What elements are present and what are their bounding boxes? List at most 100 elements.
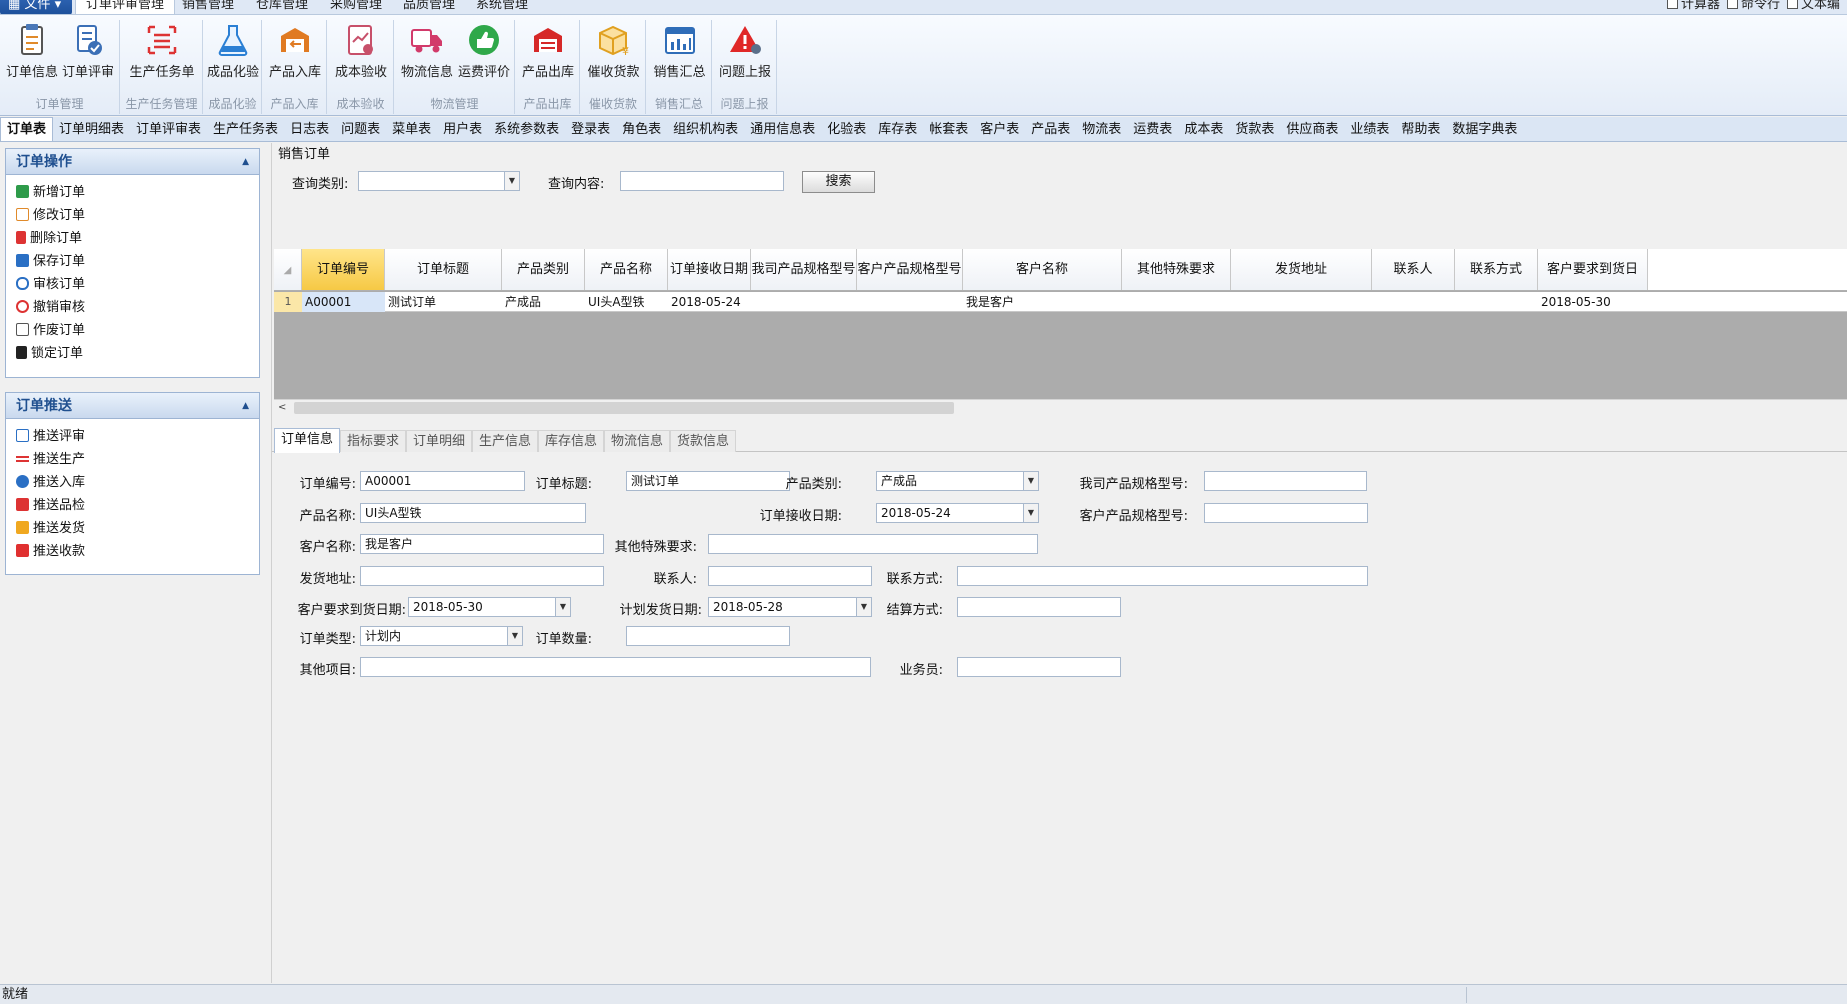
collect-payment-button[interactable]: ¥ 催收货款 <box>585 22 642 88</box>
grid-column-header[interactable]: 订单编号 <box>302 249 385 290</box>
table-tab-13[interactable]: 化验表 <box>821 118 872 142</box>
text-editor-button[interactable]: 文本编 <box>1787 0 1840 14</box>
chevron-left-icon[interactable]: < <box>278 400 286 416</box>
grid-cell[interactable] <box>1231 292 1372 312</box>
grid-cell[interactable] <box>1122 292 1231 312</box>
calculator-button[interactable]: 计算器 <box>1667 0 1720 14</box>
new-order-item[interactable]: 新增订单 <box>6 181 259 204</box>
detail-tab-6[interactable]: 货款信息 <box>670 430 737 452</box>
table-tab-23[interactable]: 业绩表 <box>1344 118 1395 142</box>
problem-report-button[interactable]: 问题上报 <box>717 22 773 88</box>
grid-column-header[interactable]: 联系人 <box>1372 249 1455 290</box>
table-tab-11[interactable]: 组织机构表 <box>667 118 744 142</box>
grid-column-header[interactable]: 联系方式 <box>1455 249 1538 290</box>
revoke-approval-item[interactable]: 撤销审核 <box>6 296 259 319</box>
file-menu-button[interactable]: ▦ 文件 ▾ <box>0 0 72 14</box>
grid-column-header[interactable]: 订单接收日期 <box>668 249 751 290</box>
search-button[interactable]: 搜索 <box>802 171 875 193</box>
grid-column-header[interactable]: 我司产品规格型号 <box>751 249 857 290</box>
plan-ship-date-picker[interactable]: 2018-05-28 ▼ <box>708 597 872 617</box>
logistics-info-button[interactable]: 物流信息 <box>401 22 453 88</box>
order-info-button[interactable]: 订单信息 <box>6 22 58 88</box>
production-task-button[interactable]: 生产任务单 <box>127 22 197 88</box>
product-outbound-button[interactable]: 产品出库 <box>520 22 576 88</box>
table-tab-17[interactable]: 产品表 <box>1025 118 1076 142</box>
settlement-field[interactable] <box>957 597 1121 617</box>
order-review-button[interactable]: 订单评审 <box>62 22 114 88</box>
push-payment-item[interactable]: 推送收款 <box>6 540 259 563</box>
customer-spec-field[interactable] <box>1204 503 1368 523</box>
save-order-item[interactable]: 保存订单 <box>6 250 259 273</box>
chevron-down-icon[interactable]: ▼ <box>1023 504 1038 522</box>
detail-tab-1[interactable]: 指标要求 <box>340 430 407 452</box>
detail-tab-5[interactable]: 物流信息 <box>604 430 671 452</box>
query-type-select[interactable]: ▼ <box>358 171 520 191</box>
row-number[interactable]: 1 <box>274 292 302 312</box>
order-ops-panel-header[interactable]: 订单操作 ▲ <box>6 149 259 175</box>
grid-cell[interactable]: 我是客户 <box>963 292 1122 312</box>
order-push-panel-header[interactable]: 订单推送 ▲ <box>6 393 259 419</box>
table-tab-6[interactable]: 菜单表 <box>386 118 437 142</box>
grid-cell[interactable]: A00001 <box>302 292 385 312</box>
detail-tab-2[interactable]: 订单明细 <box>406 430 473 452</box>
menu-tab-warehouse[interactable]: 仓库管理 <box>246 0 318 14</box>
product-category-select[interactable]: 产成品 ▼ <box>876 471 1039 491</box>
table-tab-24[interactable]: 帮助表 <box>1395 118 1446 142</box>
table-tab-2[interactable]: 订单评审表 <box>130 118 207 142</box>
grid-cell[interactable]: 2018-05-24 <box>668 292 751 312</box>
chevron-down-icon[interactable]: ▼ <box>555 598 570 616</box>
push-quality-item[interactable]: 推送品检 <box>6 494 259 517</box>
arrival-date-picker[interactable]: 2018-05-30 ▼ <box>408 597 571 617</box>
customer-name-field[interactable]: 我是客户 <box>360 534 604 554</box>
menu-tab-purchase[interactable]: 采购管理 <box>320 0 392 14</box>
menu-tab-system[interactable]: 系统管理 <box>466 0 538 14</box>
table-tab-9[interactable]: 登录表 <box>565 118 616 142</box>
command-line-button[interactable]: 命令行 <box>1727 0 1780 14</box>
collapse-icon[interactable]: ▲ <box>242 393 249 419</box>
table-tab-3[interactable]: 生产任务表 <box>207 118 284 142</box>
chevron-down-icon[interactable]: ▼ <box>504 172 519 190</box>
grid-column-header[interactable]: 订单标题 <box>385 249 502 290</box>
grid-cell[interactable]: 2018-05-30 <box>1538 292 1648 312</box>
salesman-field[interactable] <box>957 657 1121 677</box>
table-tab-18[interactable]: 物流表 <box>1076 118 1127 142</box>
delete-order-item[interactable]: 删除订单 <box>6 227 259 250</box>
table-tab-22[interactable]: 供应商表 <box>1280 118 1344 142</box>
ship-address-field[interactable] <box>360 566 604 586</box>
contact-field[interactable] <box>708 566 872 586</box>
grid-column-header[interactable]: 客户名称 <box>963 249 1122 290</box>
menu-tab-order-review[interactable]: 订单评审管理 <box>75 0 176 14</box>
grid-column-header[interactable]: 产品名称 <box>585 249 668 290</box>
grid-cell[interactable]: UI头A型铁 <box>585 292 668 312</box>
receive-date-picker[interactable]: 2018-05-24 ▼ <box>876 503 1039 523</box>
lock-order-item[interactable]: 锁定订单 <box>6 342 259 365</box>
collapse-icon[interactable]: ▲ <box>242 149 249 175</box>
menu-tab-quality[interactable]: 品质管理 <box>393 0 465 14</box>
table-tab-10[interactable]: 角色表 <box>616 118 667 142</box>
cost-acceptance-button[interactable]: 成本验收 <box>332 22 390 88</box>
push-shipment-item[interactable]: 推送发货 <box>6 517 259 540</box>
table-tab-20[interactable]: 成本表 <box>1178 118 1229 142</box>
order-qty-field[interactable] <box>626 626 790 646</box>
table-tab-15[interactable]: 帐套表 <box>923 118 974 142</box>
freight-evaluation-button[interactable]: 运费评价 <box>457 22 511 88</box>
table-tab-16[interactable]: 客户表 <box>974 118 1025 142</box>
table-tab-5[interactable]: 问题表 <box>335 118 386 142</box>
edit-order-item[interactable]: 修改订单 <box>6 204 259 227</box>
grid-cell[interactable]: 产成品 <box>502 292 585 312</box>
detail-tab-0[interactable]: 订单信息 <box>274 428 341 453</box>
grid-cell[interactable] <box>1372 292 1455 312</box>
table-tab-1[interactable]: 订单明细表 <box>53 118 130 142</box>
order-type-select[interactable]: 计划内 ▼ <box>360 626 523 646</box>
void-order-item[interactable]: 作废订单 <box>6 319 259 342</box>
grid-column-header[interactable]: 客户产品规格型号 <box>857 249 963 290</box>
grid-corner-select-all[interactable]: ◢ <box>274 249 302 290</box>
sales-summary-button[interactable]: 销售汇总 <box>651 22 708 88</box>
grid-cell[interactable] <box>857 292 963 312</box>
table-tab-7[interactable]: 用户表 <box>437 118 488 142</box>
other-items-field[interactable] <box>360 657 871 677</box>
grid-cell[interactable]: 测试订单 <box>385 292 502 312</box>
grid-horizontal-scrollbar[interactable]: < <box>274 399 1847 415</box>
grid-column-header[interactable]: 产品类别 <box>502 249 585 290</box>
grid-cell[interactable] <box>751 292 857 312</box>
